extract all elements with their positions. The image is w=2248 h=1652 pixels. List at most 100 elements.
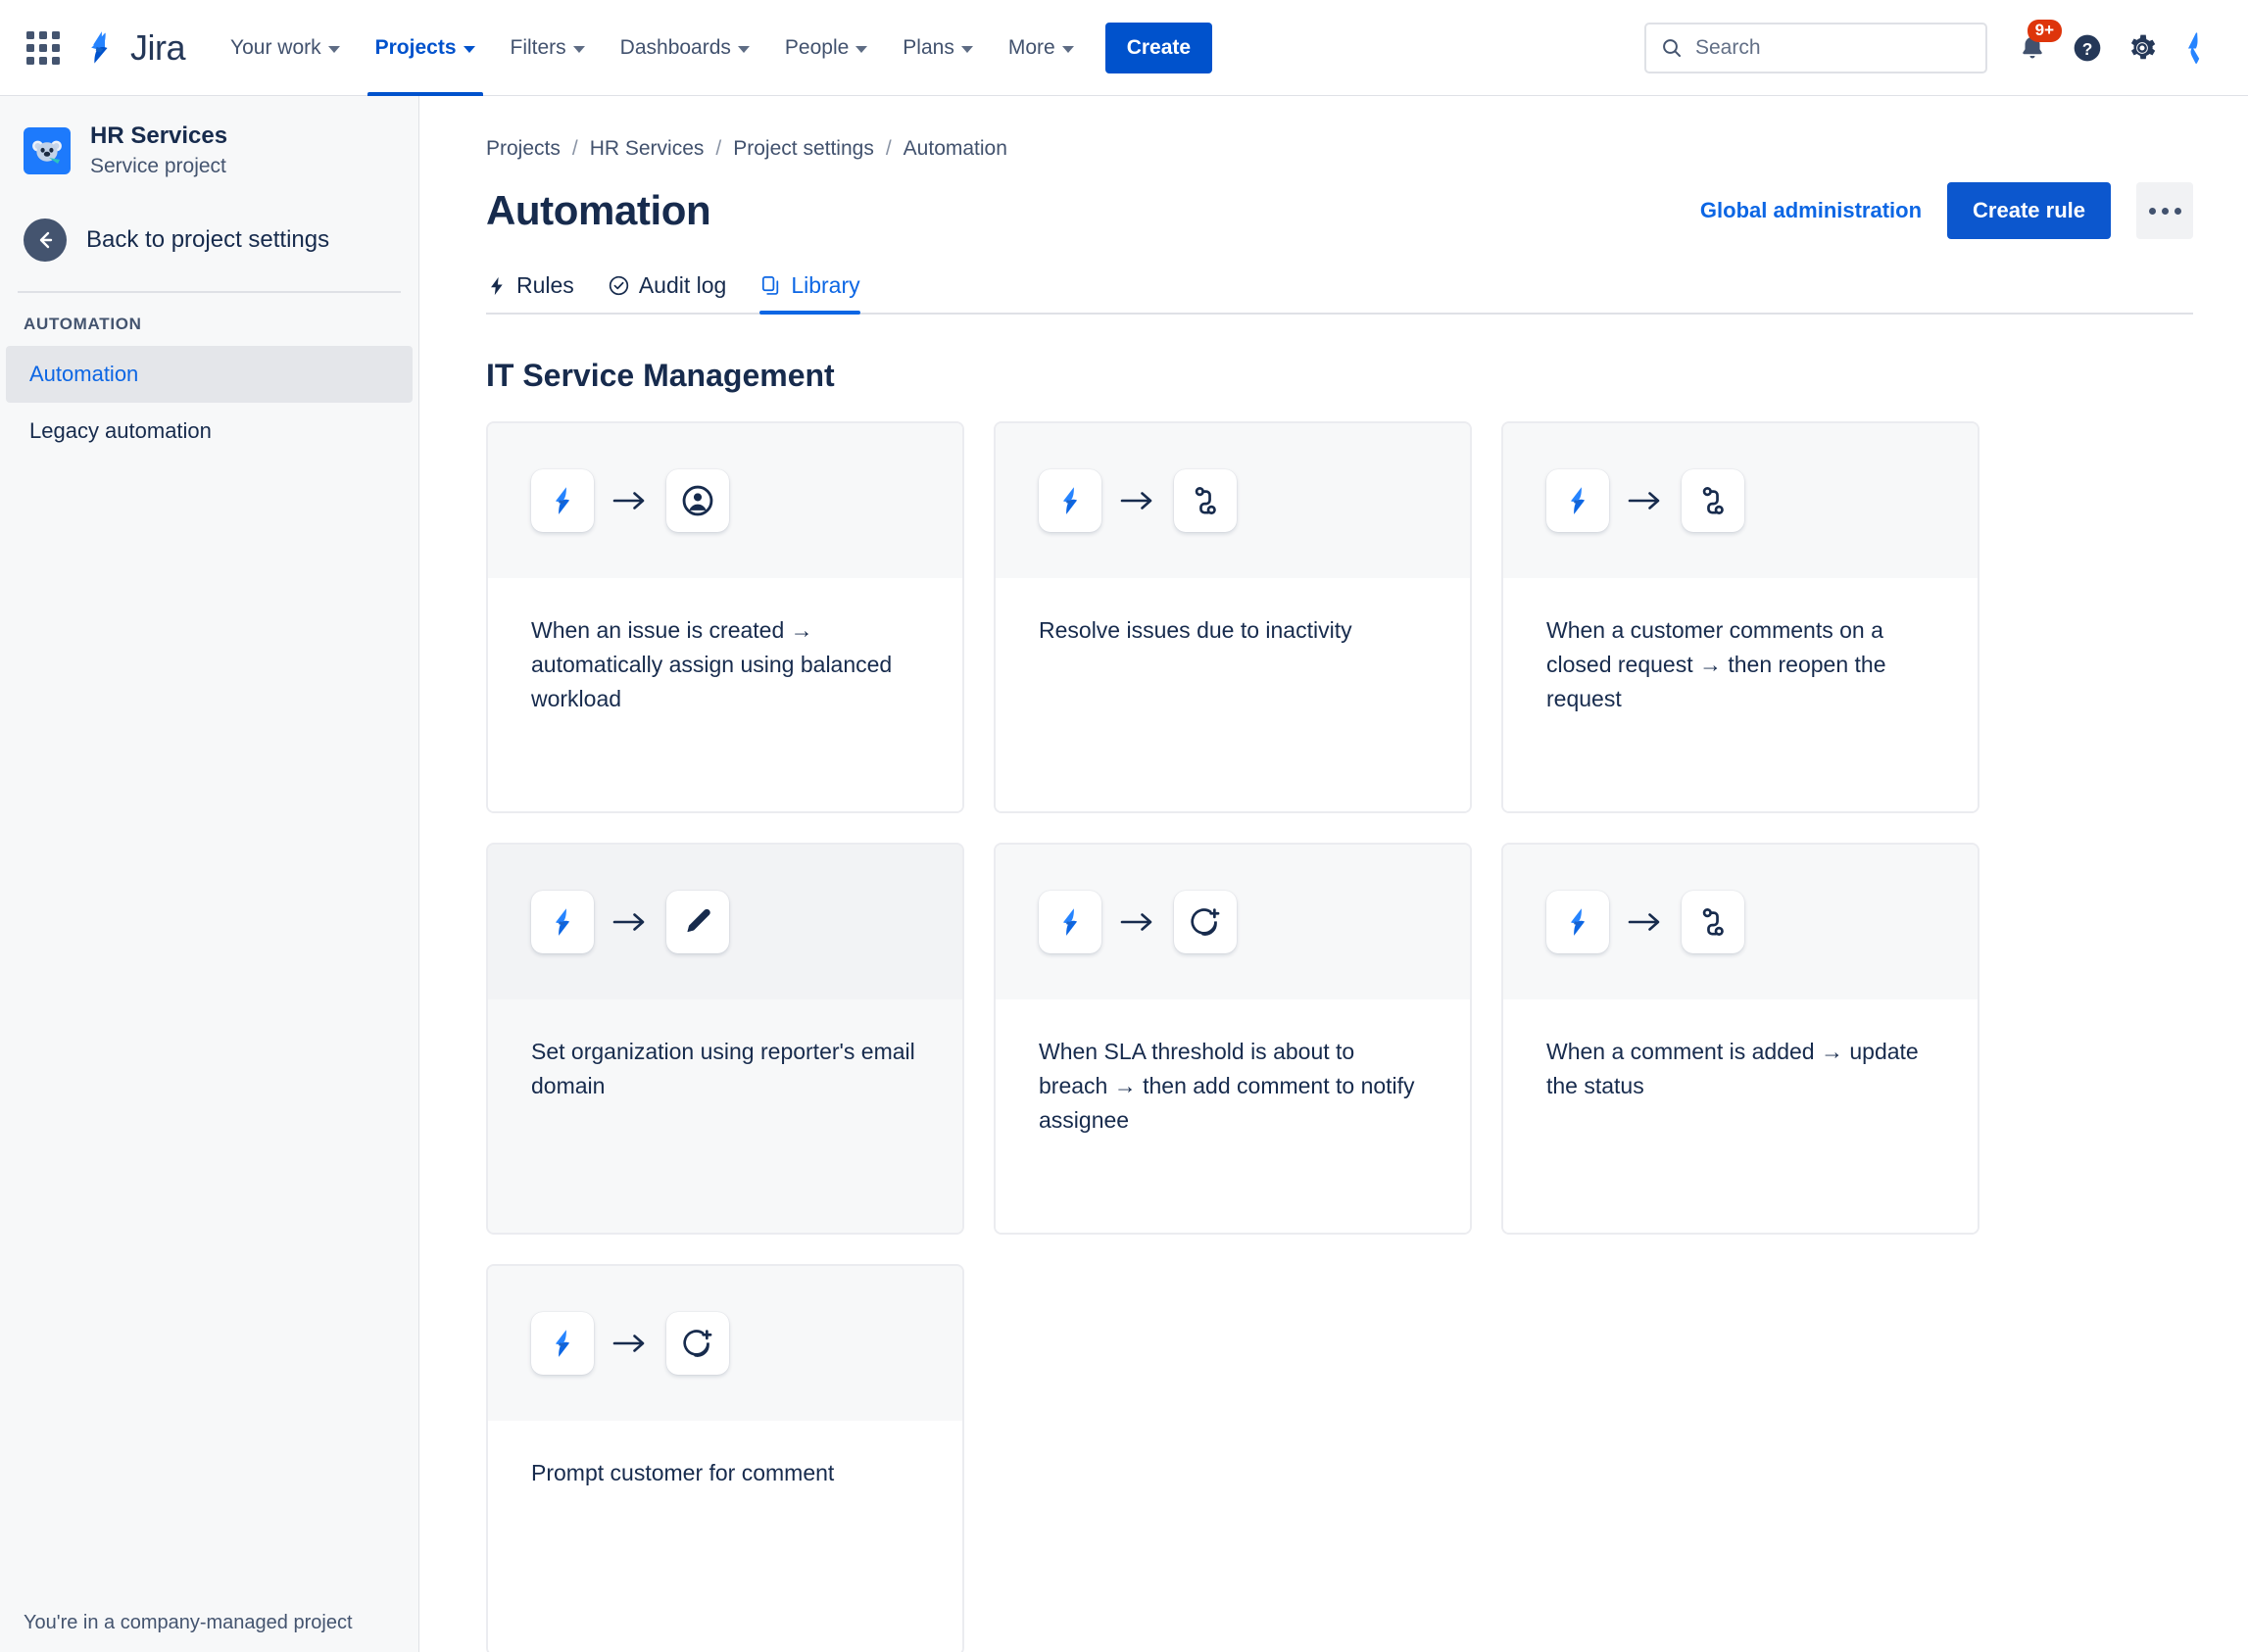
global-search-box[interactable] [1644,22,1987,73]
library-card-icons [996,423,1470,578]
nav-item-plans[interactable]: Plans [887,0,989,96]
chevron-down-icon [327,45,340,53]
top-navigation-bar: Jira Your work Projects Filters Dashboar… [0,0,2248,96]
breadcrumb: Projects / HR Services / Project setting… [486,137,2193,161]
jira-logo-icon [91,30,108,64]
help-button[interactable]: ? [2062,23,2113,73]
library-card[interactable]: Prompt customer for comment [486,1264,964,1652]
breadcrumb-hr-services[interactable]: HR Services [590,137,705,161]
sidebar-item-automation[interactable]: Automation [6,346,413,404]
nav-item-projects[interactable]: Projects [360,0,491,96]
page-title: Automation [486,187,711,233]
nav-item-filters[interactable]: Filters [495,0,601,96]
create-rule-button[interactable]: Create rule [1947,182,2111,239]
arrow-right-icon [612,1335,645,1352]
jira-home-logo[interactable]: Jira [80,28,186,68]
settings-button[interactable] [2117,23,2168,73]
library-card[interactable]: Resolve issues due to inactivity [994,421,1472,813]
main-content: Projects / HR Services / Project setting… [419,96,2248,1652]
add-comment-icon [666,1312,729,1375]
notification-badge: 9+ [2027,19,2062,43]
tab-library-label: Library [791,272,860,298]
breadcrumb-current: Automation [903,137,1007,160]
edit-pencil-icon [666,891,729,953]
library-card[interactable]: When an issue is created → automatically… [486,421,964,813]
more-actions-button[interactable] [2136,182,2193,239]
sidebar-project-meta: HR Services Service project [90,121,227,179]
sidebar-footer-note: You're in a company-managed project [24,1612,353,1633]
project-type: Service project [90,155,226,177]
library-card-body: When a customer comments on a closed req… [1503,578,1978,811]
nav-right-cluster: 9+ ? [1644,19,2223,73]
arrow-right-icon [612,913,645,931]
jira-bolt-icon [1039,469,1101,532]
arrow-left-icon [24,219,67,263]
jira-bolt-icon [1546,891,1609,953]
account-avatar[interactable] [2172,23,2223,73]
back-label: Back to project settings [86,226,330,254]
library-card-text: When SLA threshold is about to breach → … [1039,1039,1415,1133]
sidebar-divider [18,291,401,294]
koala-avatar-icon [24,126,71,174]
arrow-right-icon [1120,492,1152,510]
sidebar-item-legacy-automation[interactable]: Legacy automation [6,403,413,460]
arrow-right-icon [612,492,645,510]
tab-rules[interactable]: Rules [486,272,574,313]
tab-library[interactable]: Library [759,272,860,315]
transition-status-icon [1682,891,1744,953]
breadcrumb-projects[interactable]: Projects [486,137,561,161]
breadcrumb-project-settings[interactable]: Project settings [733,137,874,161]
library-card-icons [488,845,962,999]
app-switcher-button[interactable] [18,23,69,73]
breadcrumb-separator: / [885,137,892,160]
primary-nav-items: Your work Projects Filters Dashboards Pe… [215,0,1090,96]
transition-status-icon [1174,469,1237,532]
library-card[interactable]: Set organization using reporter's email … [486,843,964,1235]
global-administration-link[interactable]: Global administration [1700,198,1922,223]
transition-status-icon [1682,469,1744,532]
library-card[interactable]: When SLA threshold is about to breach → … [994,843,1472,1235]
library-card-text: Resolve issues due to inactivity [1039,617,1352,643]
sidebar-project-header[interactable]: HR Services Service project [0,121,418,179]
library-card-body: Resolve issues due to inactivity [996,578,1470,811]
add-comment-icon [1174,891,1237,953]
ellipsis-icon [2148,207,2181,215]
create-button[interactable]: Create [1104,22,1213,73]
nav-item-more[interactable]: More [993,0,1090,96]
nav-item-people[interactable]: People [769,0,883,96]
breadcrumb-separator: / [715,137,722,160]
chevron-down-icon [463,45,475,53]
arrow-right-icon [1120,913,1152,931]
library-card-body: Prompt customer for comment [488,1421,962,1652]
library-card-text: Prompt customer for comment [531,1460,835,1485]
search-input[interactable] [1695,35,1972,60]
library-card-icons [996,845,1470,999]
sidebar-section-label: AUTOMATION [24,315,142,334]
nav-item-your-work[interactable]: Your work [215,0,356,96]
library-card-body: When SLA threshold is about to breach → … [996,999,1470,1233]
chevron-down-icon [855,45,868,53]
check-circle-icon [609,275,628,296]
tab-audit-log[interactable]: Audit log [608,272,727,313]
tab-rules-label: Rules [516,272,574,298]
chevron-down-icon [960,45,973,53]
jira-bolt-icon [531,1312,594,1375]
arrow-right-icon [1628,492,1660,510]
library-card[interactable]: When a comment is added → update the sta… [1501,843,1979,1235]
library-card-icons [488,423,962,578]
breadcrumb-separator: / [571,137,578,160]
project-sidebar: HR Services Service project Back to proj… [0,96,419,1652]
back-to-project-settings-button[interactable]: Back to project settings [0,207,418,273]
library-card-text: When a customer comments on a closed req… [1546,617,1886,711]
notifications-button[interactable]: 9+ [2007,19,2062,73]
atlassian-logo-icon [2187,31,2200,64]
library-card[interactable]: When a customer comments on a closed req… [1501,421,1979,813]
nav-item-dashboards[interactable]: Dashboards [605,0,765,96]
tab-audit-log-label: Audit log [638,272,727,298]
library-card-body: When a comment is added → update the sta… [1503,999,1978,1233]
library-card-icons [1503,423,1978,578]
library-card-text: When a comment is added → update the sta… [1546,1039,1919,1098]
jira-bolt-icon [531,891,594,953]
grid-9-icon [26,30,60,65]
library-card-text: When an issue is created → automatically… [531,617,893,711]
